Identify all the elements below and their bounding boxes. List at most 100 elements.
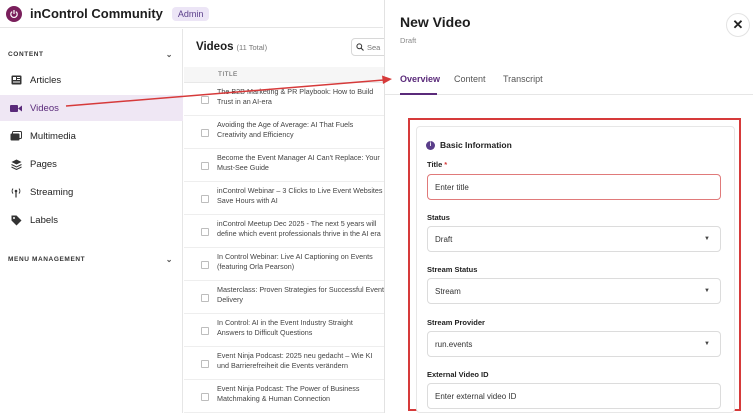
layers-icon [10, 158, 22, 170]
table-row[interactable]: Masterclass: Proven Strategies for Succe… [184, 282, 384, 314]
stream-status-select[interactable]: Stream ▼ [427, 278, 721, 304]
newspaper-icon [10, 74, 22, 86]
sidebar-item-label: Articles [30, 74, 62, 86]
row-title-line[interactable]: und Barrierefreiheit die Events veränder… [217, 361, 387, 371]
row-title-line[interactable]: Avoiding the Age of Average: AI That Fue… [217, 120, 387, 130]
stream-provider-value: run.events [435, 339, 473, 349]
title-label-text: Title [427, 160, 443, 169]
title-label: Title * [427, 160, 447, 169]
table-row[interactable]: Event Ninja Podcast: The Power of Busine… [184, 381, 384, 413]
tab-transcript[interactable]: Transcript [503, 74, 543, 84]
row-checkbox[interactable] [201, 228, 209, 236]
chevron-down-icon[interactable]: ⌄ [166, 255, 173, 264]
section-title: Basic Information [440, 140, 512, 150]
status-label: Status [427, 213, 450, 222]
external-id-input[interactable]: Enter external video ID [427, 383, 721, 409]
power-logo-icon[interactable] [6, 5, 22, 22]
stream-status-label: Stream Status [427, 265, 478, 274]
table-row[interactable]: Become the Event Manager AI Can't Replac… [184, 150, 384, 182]
stream-provider-select[interactable]: run.events ▼ [427, 331, 721, 357]
sidebar-item-labels[interactable]: Labels [0, 207, 183, 233]
panel-title: New Video [400, 14, 471, 30]
title-placeholder: Enter title [435, 182, 469, 192]
sidebar-item-label: Streaming [30, 186, 74, 198]
external-id-label: External Video ID [427, 370, 489, 379]
table-row[interactable]: inControl Webinar – 3 Clicks to Live Eve… [184, 183, 384, 215]
section-content[interactable]: CONTENT ⌄ [8, 50, 173, 59]
admin-badge: Admin [171, 6, 210, 21]
row-checkbox[interactable] [201, 195, 209, 203]
sidebar-item-label: Videos [30, 102, 59, 114]
table-row[interactable]: inControl Meetup Dec 2025 - The next 5 y… [184, 216, 384, 248]
section-content-label: CONTENT [8, 51, 44, 58]
table-row[interactable]: In Control Webinar: Live AI Captioning o… [184, 249, 384, 281]
row-title-line[interactable]: Masterclass: Proven Strategies for Succe… [217, 285, 387, 295]
sidebar-item-label: Labels [30, 214, 58, 226]
column-title-header[interactable]: TITLE [218, 71, 238, 78]
caret-down-icon: ▼ [704, 236, 710, 242]
close-button[interactable]: ✕ [726, 13, 750, 37]
row-checkbox[interactable] [201, 294, 209, 302]
sidebar-item-label: Pages [30, 158, 57, 170]
section-menu-label: MENU MANAGEMENT [8, 256, 86, 263]
app-header: inControl Community Admin [0, 0, 383, 28]
panel-status-subtitle: Draft [400, 36, 417, 45]
sidebar-item-multimedia[interactable]: Multimedia [0, 123, 183, 149]
stream-provider-label: Stream Provider [427, 318, 485, 327]
app-title: inControl Community [30, 6, 163, 21]
row-title-line[interactable]: Matchmaking & Human Connection [217, 394, 387, 404]
row-checkbox[interactable] [201, 327, 209, 335]
page-title: Videos (11 Total) [196, 41, 267, 53]
row-checkbox[interactable] [201, 129, 209, 137]
broadcast-icon [10, 186, 22, 198]
row-title-line[interactable]: Must-See Guide [217, 163, 387, 173]
table-row[interactable]: Avoiding the Age of Average: AI That Fue… [184, 117, 384, 149]
search-icon [356, 43, 364, 51]
row-title-line[interactable]: inControl Meetup Dec 2025 - The next 5 y… [217, 219, 387, 229]
sidebar-item-videos[interactable]: Videos [0, 95, 183, 121]
row-title-line[interactable]: In Control: AI in the Event Industry Str… [217, 318, 387, 328]
active-tab-indicator [400, 93, 437, 95]
tab-content[interactable]: Content [454, 74, 486, 84]
list-title-text: Videos [196, 41, 234, 53]
sidebar-item-streaming[interactable]: Streaming [0, 179, 183, 205]
gallery-icon [10, 130, 22, 142]
row-title-line[interactable]: (featuring Orla Pearson) [217, 262, 387, 272]
chevron-down-icon[interactable]: ⌄ [166, 50, 173, 59]
list-count: (11 Total) [236, 43, 268, 52]
row-checkbox[interactable] [201, 360, 209, 368]
sidebar-item-pages[interactable]: Pages [0, 151, 183, 177]
row-title-line[interactable]: define which event professionals thrive … [217, 229, 387, 239]
tab-bar: Overview Content Transcript [385, 64, 753, 95]
row-checkbox[interactable] [201, 96, 209, 104]
row-title-line[interactable]: The B2B Marketing & PR Playbook: How to … [217, 87, 387, 97]
row-title-line[interactable]: Creativity and Efficiency [217, 130, 387, 140]
row-title-line[interactable]: inControl Webinar – 3 Clicks to Live Eve… [217, 186, 387, 196]
row-title-line[interactable]: Event Ninja Podcast: The Power of Busine… [217, 384, 387, 394]
row-checkbox[interactable] [201, 261, 209, 269]
title-input[interactable]: Enter title [427, 174, 721, 200]
close-icon: ✕ [732, 17, 744, 32]
videos-list: Videos (11 Total) Sea TITLE The B2B Marke… [184, 29, 391, 413]
new-video-panel: New Video Draft ✕ Overview Content Trans… [384, 0, 753, 413]
status-select[interactable]: Draft ▼ [427, 226, 721, 252]
table-row[interactable]: The B2B Marketing & PR Playbook: How to … [184, 84, 384, 116]
sidebar: CONTENT ⌄ Articles Videos Multimedia Pag… [0, 29, 183, 413]
table-row[interactable]: Event Ninja Podcast: 2025 neu gedacht – … [184, 348, 384, 380]
table-row[interactable]: In Control: AI in the Event Industry Str… [184, 315, 384, 347]
row-title-line[interactable]: Delivery [217, 295, 387, 305]
row-title-line[interactable]: Answers to Difficult Questions [217, 328, 387, 338]
row-title-line[interactable]: Become the Event Manager AI Can't Replac… [217, 153, 387, 163]
row-checkbox[interactable] [201, 162, 209, 170]
row-title-line[interactable]: Save Hours with AI [217, 196, 387, 206]
section-menu-management[interactable]: MENU MANAGEMENT ⌄ [8, 255, 173, 264]
external-id-placeholder: Enter external video ID [435, 391, 517, 401]
search-placeholder: Sea [367, 42, 381, 52]
caret-down-icon: ▼ [704, 341, 710, 347]
sidebar-item-articles[interactable]: Articles [0, 67, 183, 93]
row-title-line[interactable]: In Control Webinar: Live AI Captioning o… [217, 252, 387, 262]
row-title-line[interactable]: Event Ninja Podcast: 2025 neu gedacht – … [217, 351, 387, 361]
tab-overview[interactable]: Overview [400, 74, 440, 84]
row-title-line[interactable]: Trust in an AI-era [217, 97, 387, 107]
row-checkbox[interactable] [201, 393, 209, 401]
